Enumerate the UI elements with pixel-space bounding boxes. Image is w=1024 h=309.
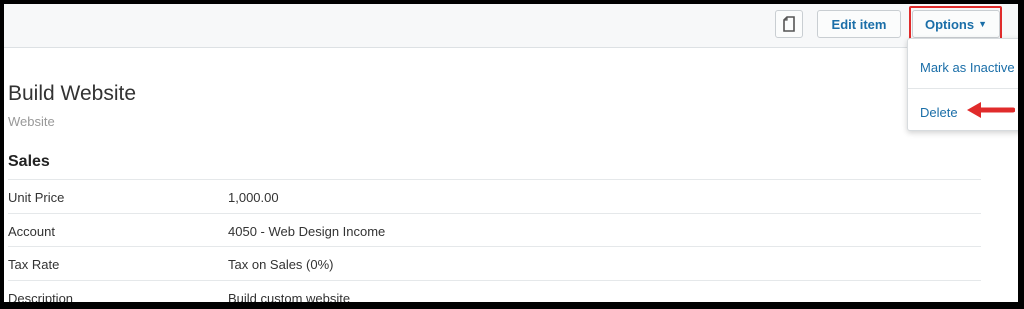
row-value: Build custom website [228, 291, 351, 302]
row-label: Account [8, 224, 55, 239]
table-row: Description Build custom website [8, 280, 981, 302]
caret-down-icon: ▼ [978, 19, 988, 29]
table-row: Account 4050 - Web Design Income [8, 213, 981, 247]
table-row: Unit Price 1,000.00 [8, 179, 981, 213]
row-label: Description [8, 291, 74, 302]
row-value: 1,000.00 [228, 190, 279, 205]
section-sales-heading: Sales [8, 153, 50, 170]
row-label: Tax Rate [8, 257, 60, 272]
copy-button[interactable] [775, 10, 803, 38]
row-label: Unit Price [8, 190, 65, 205]
edit-item-button[interactable]: Edit item [817, 10, 901, 38]
menu-item-delete[interactable]: Delete [920, 105, 958, 120]
menu-item-mark-inactive[interactable]: Mark as Inactive [920, 60, 1015, 75]
menu-divider [908, 88, 1018, 89]
row-value: Tax on Sales (0%) [228, 257, 334, 272]
row-value: 4050 - Web Design Income [228, 224, 386, 239]
toolbar: Edit item Options ▼ [4, 4, 1018, 48]
copy-icon [783, 16, 795, 32]
table-row: Tax Rate Tax on Sales (0%) [8, 246, 981, 280]
item-detail-page: Edit item Options ▼ Build Website Websit… [4, 4, 1018, 302]
options-label: Options [924, 16, 975, 32]
item-code: Website [8, 114, 55, 129]
item-name: Build Website [8, 82, 137, 105]
annotation-arrow-icon [967, 102, 1015, 118]
options-button[interactable]: Options ▼ [912, 10, 1000, 38]
